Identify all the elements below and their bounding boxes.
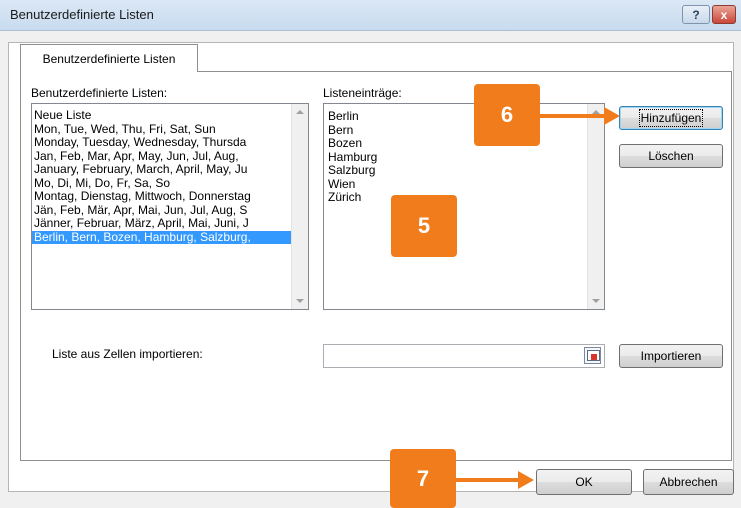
cancel-button-label: Abbrechen (659, 475, 718, 489)
custom-list-item[interactable]: January, February, March, April, May, Ju (32, 163, 291, 177)
list-entries-textbox[interactable]: Berlin Bern Bozen Hamburg Salzburg Wien Zürich (323, 103, 605, 310)
scroll-down-icon[interactable] (296, 299, 304, 303)
delete-button[interactable]: Löschen (619, 144, 723, 168)
scroll-down-icon[interactable] (592, 299, 600, 303)
custom-lists-items: Neue Liste Mon, Tue, Wed, Thu, Fri, Sat, … (32, 104, 308, 244)
scroll-up-icon[interactable] (296, 110, 304, 114)
list-entry-line: Zürich (328, 191, 362, 204)
custom-lists-listbox[interactable]: Neue Liste Mon, Tue, Wed, Thu, Fri, Sat, … (31, 103, 309, 310)
list-entry-line: Bern (328, 123, 354, 137)
import-button[interactable]: Importieren (619, 344, 723, 368)
custom-list-item[interactable]: Jän, Feb, Mär, Apr, Mai, Jun, Jul, Aug, … (32, 204, 291, 218)
help-icon: ? (692, 7, 700, 22)
callout-arrow-add-head (604, 107, 620, 125)
callout-badge-entries: 5 (391, 195, 457, 257)
list-entry-line: Bozen (328, 137, 363, 150)
import-button-label: Importieren (640, 349, 702, 363)
list-entries-items: Berlin Bern Bozen Hamburg Salzburg Wien Zürich (324, 104, 604, 205)
cancel-button[interactable]: Abbrechen (643, 469, 734, 495)
tab-label: Benutzerdefinierte Listen (42, 51, 176, 66)
import-label: Liste aus Zellen importieren: (52, 347, 203, 361)
help-button[interactable]: ? (682, 5, 710, 24)
add-button-label: Hinzufügen (638, 109, 704, 127)
callout-badge-ok: 7 (390, 449, 456, 508)
close-icon: x (720, 7, 728, 22)
list-entry-line: Salzburg (328, 164, 376, 177)
custom-list-item[interactable]: Neue Liste (32, 109, 291, 123)
list-entries-scrollbar[interactable] (587, 104, 604, 309)
list-entries-label: Listeneinträge: (323, 86, 402, 100)
custom-lists-label: Benutzerdefinierte Listen: (31, 86, 168, 100)
custom-list-item[interactable]: Mon, Tue, Wed, Thu, Fri, Sat, Sun (32, 123, 291, 137)
dialog-window: Benutzerdefinierte Listen ? x Benutzerde… (0, 0, 741, 508)
list-entry-line: Wien (328, 177, 356, 191)
custom-list-item[interactable]: Berlin, Bern, Bozen, Hamburg, Salzburg, (32, 230, 291, 244)
add-button[interactable]: Hinzufügen (619, 106, 723, 130)
close-button[interactable]: x (712, 5, 736, 24)
delete-button-label: Löschen (648, 149, 694, 163)
custom-lists-scrollbar[interactable] (291, 104, 308, 309)
range-select-icon[interactable] (584, 347, 601, 364)
tab-custom-lists[interactable]: Benutzerdefinierte Listen (20, 44, 198, 72)
custom-list-item[interactable]: Monday, Tuesday, Wednesday, Thursda (32, 136, 291, 150)
custom-list-item[interactable]: Mo, Di, Mi, Do, Fr, Sa, So (32, 177, 291, 191)
ok-button-label: OK (575, 475, 593, 489)
custom-list-item[interactable]: Jan, Feb, Mar, Apr, May, Jun, Jul, Aug, (32, 150, 291, 164)
callout-arrow-add (540, 114, 605, 118)
callout-arrow-ok-head (518, 471, 534, 489)
callout-badge-add: 6 (474, 84, 540, 146)
custom-list-item[interactable]: Montag, Dienstag, Mittwoch, Donnerstag (32, 190, 291, 204)
import-range-input[interactable] (323, 344, 605, 368)
list-entry-line: Hamburg (328, 150, 378, 164)
window-title: Benutzerdefinierte Listen (10, 7, 154, 22)
ok-button[interactable]: OK (536, 469, 632, 495)
custom-list-item[interactable]: Jänner, Februar, März, April, Mai, Juni,… (32, 217, 291, 231)
title-bar: Benutzerdefinierte Listen ? x (0, 0, 741, 31)
callout-arrow-ok (456, 478, 519, 482)
